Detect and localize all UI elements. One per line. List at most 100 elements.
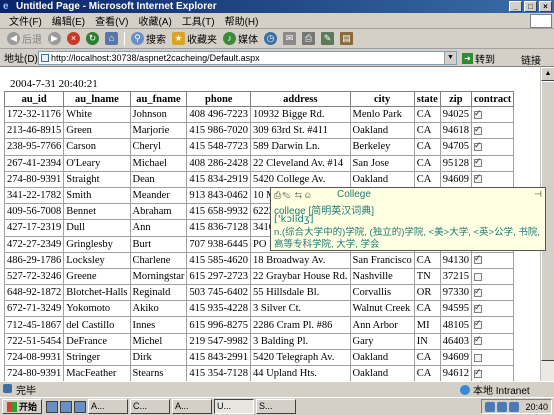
quick-launch-desktop-icon[interactable] <box>60 400 73 413</box>
quick-launch <box>46 400 87 413</box>
contract-checkbox <box>473 302 482 313</box>
media-label: 媒体 <box>238 35 258 46</box>
quick-launch-ie-icon[interactable] <box>46 400 59 413</box>
print-button[interactable]: ⎙ <box>299 30 318 48</box>
discuss-icon: ▤ <box>340 32 353 45</box>
go-button[interactable]: ➜ 转到 <box>462 51 495 66</box>
mail-button[interactable]: ✉ <box>280 30 299 48</box>
history-button[interactable]: ◷ <box>261 30 280 48</box>
minimize-button[interactable]: _ <box>509 1 522 12</box>
stop-button[interactable]: × <box>64 30 83 48</box>
ie-logo-icon: e <box>3 1 9 12</box>
cell-address: 22 Graybar House Rd. <box>250 267 351 286</box>
table-row: 724-80-9391 MacFeather Stearns 415 354-7128… <box>3 364 515 383</box>
cell-address: 5420 College Av. <box>250 170 351 188</box>
cell-phone: 415 834-2919 <box>186 170 252 188</box>
cell-au-lname: Straight <box>63 170 131 188</box>
taskbar-button[interactable]: C... <box>130 399 171 414</box>
cell-au-fname: Stearns <box>129 364 188 383</box>
search-button[interactable]: ⚲ 搜索 <box>128 30 169 48</box>
cell-zip: 94595 <box>439 300 472 318</box>
status-text: 完毕 <box>0 382 400 397</box>
contract-cell <box>470 300 515 318</box>
home-button[interactable]: ⌂ <box>102 30 121 48</box>
toolbar-separator <box>124 31 125 46</box>
close-button[interactable]: × <box>539 1 552 12</box>
cell-au-id: 527-72-3246 <box>3 267 65 286</box>
scroll-up-button[interactable]: ▲ <box>541 67 554 81</box>
page-icon <box>41 54 49 62</box>
page-timestamp: 2004-7-31 20:40:21 <box>10 78 98 90</box>
contract-checkbox <box>473 286 482 297</box>
cell-city: Oakland <box>349 122 415 140</box>
taskbar-button[interactable]: A... <box>172 399 213 414</box>
contract-checkbox <box>473 140 482 152</box>
cell-au-lname: DeFrance <box>63 332 131 350</box>
contract-cell <box>470 122 515 140</box>
cell-city: Oakland <box>349 170 415 188</box>
cell-zip: 94025 <box>439 105 472 124</box>
cell-city: Ann Arbor <box>349 316 415 334</box>
cell-au-id: 267-41-2394 <box>3 154 65 172</box>
intranet-icon <box>460 384 470 395</box>
contract-cell <box>470 154 515 172</box>
table-row: 527-72-3246 Greene Morningstar 615 297-2723… <box>3 267 515 286</box>
links-button[interactable]: 链接 <box>521 52 541 67</box>
contract-cell <box>470 364 515 383</box>
table-row: 486-29-1786 Locksley Charlene 415 585-4620 1… <box>3 251 515 269</box>
cell-phone: 615 297-2723 <box>186 267 252 286</box>
cell-au-id: 427-17-2319 <box>3 219 65 237</box>
column-header-au-lname: au_lname <box>63 91 131 107</box>
favorites-button[interactable]: ★ 收藏夹 <box>169 30 220 48</box>
cell-au-id: 274-80-9391 <box>3 170 65 188</box>
cell-au-id: 724-80-9391 <box>3 364 65 383</box>
popup-word: College <box>337 189 371 200</box>
maximize-button[interactable]: □ <box>524 1 537 12</box>
favorites-label: 收藏夹 <box>187 35 217 46</box>
media-button[interactable]: ♪ 媒体 <box>220 30 261 48</box>
menu-file[interactable]: 文件(F) <box>4 13 47 28</box>
taskbar-button[interactable]: S... <box>256 399 297 414</box>
forward-button[interactable]: ▶ <box>45 30 64 48</box>
popup-phonetic: ['kɔlidʒ] <box>274 214 314 225</box>
edit-icon: ✎ <box>321 32 334 45</box>
cell-phone: 707 938-6445 <box>186 235 252 253</box>
cell-state: MI <box>413 316 441 334</box>
address-input[interactable]: http://localhost:30738/aspnet2cacheing/D… <box>38 51 457 65</box>
cell-phone: 415 836-7128 <box>186 219 252 237</box>
tray-network-icon[interactable] <box>485 401 496 412</box>
popup-toolbar-icons[interactable]: ⎙✎ ⇆☺ <box>274 190 313 201</box>
mail-icon: ✉ <box>283 32 296 45</box>
discuss-button[interactable]: ▤ <box>337 30 356 48</box>
menu-help[interactable]: 帮助(H) <box>220 13 264 28</box>
column-header-address: address <box>250 91 351 107</box>
cell-au-id: 409-56-7008 <box>3 203 65 221</box>
taskbar-button[interactable]: A... <box>88 399 129 414</box>
cell-state: CA <box>413 170 441 188</box>
menu-edit[interactable]: 编辑(E) <box>47 13 90 28</box>
tray-volume-icon[interactable] <box>497 401 508 412</box>
pin-icon[interactable]: ⊣ <box>534 189 542 200</box>
table-row: 274-80-9391 Straight Dean 415 834-2919 5420 … <box>3 170 515 188</box>
back-button[interactable]: ◀ 后退 <box>4 30 45 48</box>
taskbar-button-active[interactable]: U... <box>214 399 255 414</box>
edit-button[interactable]: ✎ <box>318 30 337 48</box>
tray-ime-icon[interactable] <box>509 401 520 412</box>
cell-au-fname: Dirk <box>129 348 188 367</box>
contract-checkbox <box>473 108 482 119</box>
quick-launch-outlook-icon[interactable] <box>74 400 87 413</box>
contract-checkbox <box>473 334 482 346</box>
refresh-button[interactable]: ↻ <box>83 30 102 48</box>
menu-view[interactable]: 查看(V) <box>90 13 133 28</box>
cell-address: 44 Upland Hts. <box>250 364 351 383</box>
contract-checkbox <box>473 172 482 184</box>
cell-state: CA <box>413 122 441 140</box>
menu-favorites[interactable]: 收藏(A) <box>133 13 176 28</box>
address-dropdown-icon[interactable]: ▼ <box>444 52 456 64</box>
address-url: http://localhost:30738/aspnet2cacheing/D… <box>51 53 260 63</box>
cell-phone: 503 745-6402 <box>186 284 252 302</box>
menu-tools[interactable]: 工具(T) <box>177 13 220 28</box>
cell-zip: 94612 <box>439 364 472 383</box>
start-button[interactable]: 开始 <box>2 399 43 414</box>
popup-definition: n.(综合大学中的)学院, (独立的)学院, <美>大学, <英>公学, 书院,… <box>274 227 541 250</box>
